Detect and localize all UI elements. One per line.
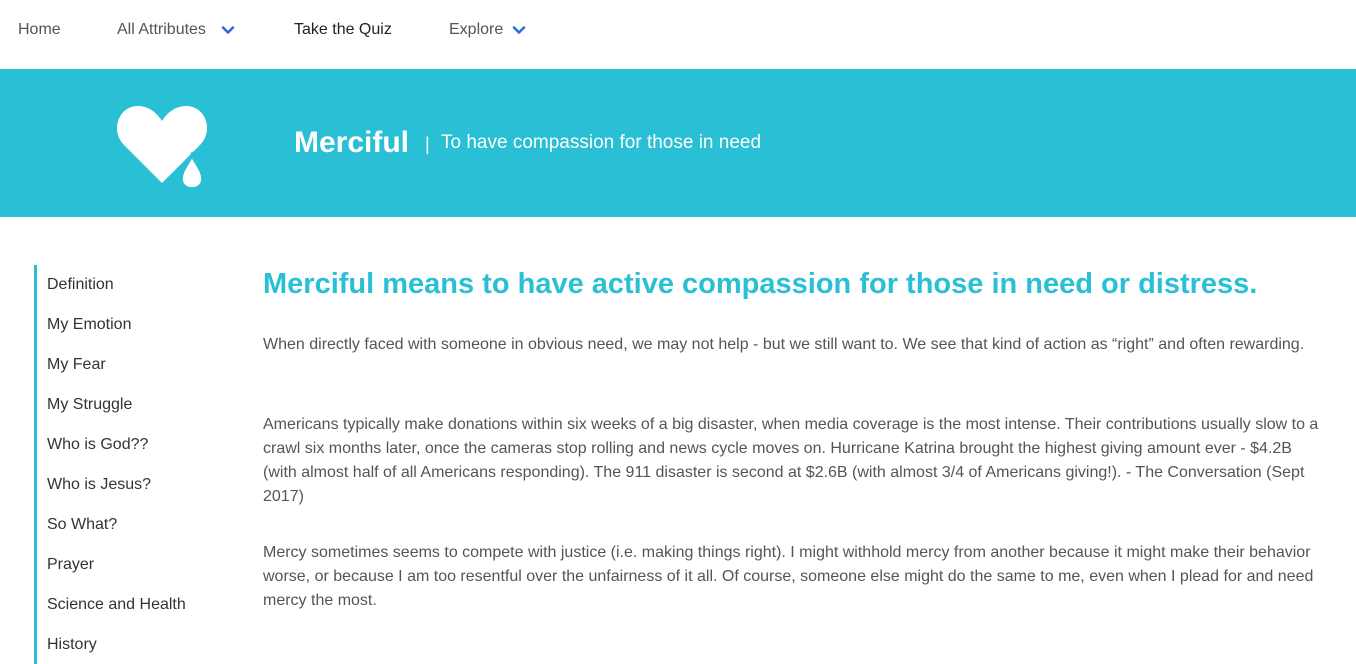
sidebar-item-prayer[interactable]: Prayer — [47, 554, 94, 576]
paragraph: Mercy sometimes seems to compete with ju… — [263, 544, 1314, 609]
chevron-down-icon — [221, 26, 235, 34]
heart-with-tear-icon — [116, 106, 208, 191]
section-sidebar: Definition My Emotion My Fear My Struggl… — [34, 265, 224, 664]
sidebar-item-my-emotion[interactable]: My Emotion — [47, 314, 131, 336]
sidebar-item-so-what[interactable]: So What? — [47, 514, 117, 536]
top-navigation: Home All Attributes Take the Quiz Explor… — [0, 0, 1356, 69]
sidebar-item-my-struggle[interactable]: My Struggle — [47, 394, 132, 416]
nav-all-attributes-label: All Attributes — [117, 21, 206, 38]
sidebar-item-science-and-health[interactable]: Science and Health — [47, 594, 186, 616]
definition-heading: Merciful means to have active compassion… — [263, 268, 1258, 300]
page-subtitle: To have compassion for those in need — [441, 132, 762, 153]
nav-all-attributes-dropdown[interactable]: All Attributes — [117, 19, 239, 41]
nav-explore-dropdown[interactable]: Explore — [449, 19, 529, 41]
sidebar-item-my-fear[interactable]: My Fear — [47, 354, 106, 376]
sidebar-item-who-is-god[interactable]: Who is God?? — [47, 434, 148, 456]
nav-home-label: Home — [18, 21, 61, 38]
sidebar-item-who-is-jesus[interactable]: Who is Jesus? — [47, 474, 151, 496]
title-separator: | — [425, 134, 430, 154]
attribute-banner: Merciful | To have compassion for those … — [0, 69, 1356, 217]
nav-take-quiz-label: Take the Quiz — [294, 21, 392, 38]
paragraph: When directly faced with someone in obvi… — [263, 336, 1305, 353]
nav-take-quiz-link[interactable]: Take the Quiz — [294, 19, 392, 41]
chevron-down-icon — [512, 26, 526, 34]
sidebar-item-history[interactable]: History — [47, 634, 97, 656]
paragraph: Americans typically make donations withi… — [263, 416, 1319, 505]
page-title: Merciful — [294, 126, 410, 159]
nav-explore-label: Explore — [449, 21, 504, 38]
nav-home-link[interactable]: Home — [18, 19, 61, 41]
sidebar-item-definition[interactable]: Definition — [47, 274, 114, 296]
